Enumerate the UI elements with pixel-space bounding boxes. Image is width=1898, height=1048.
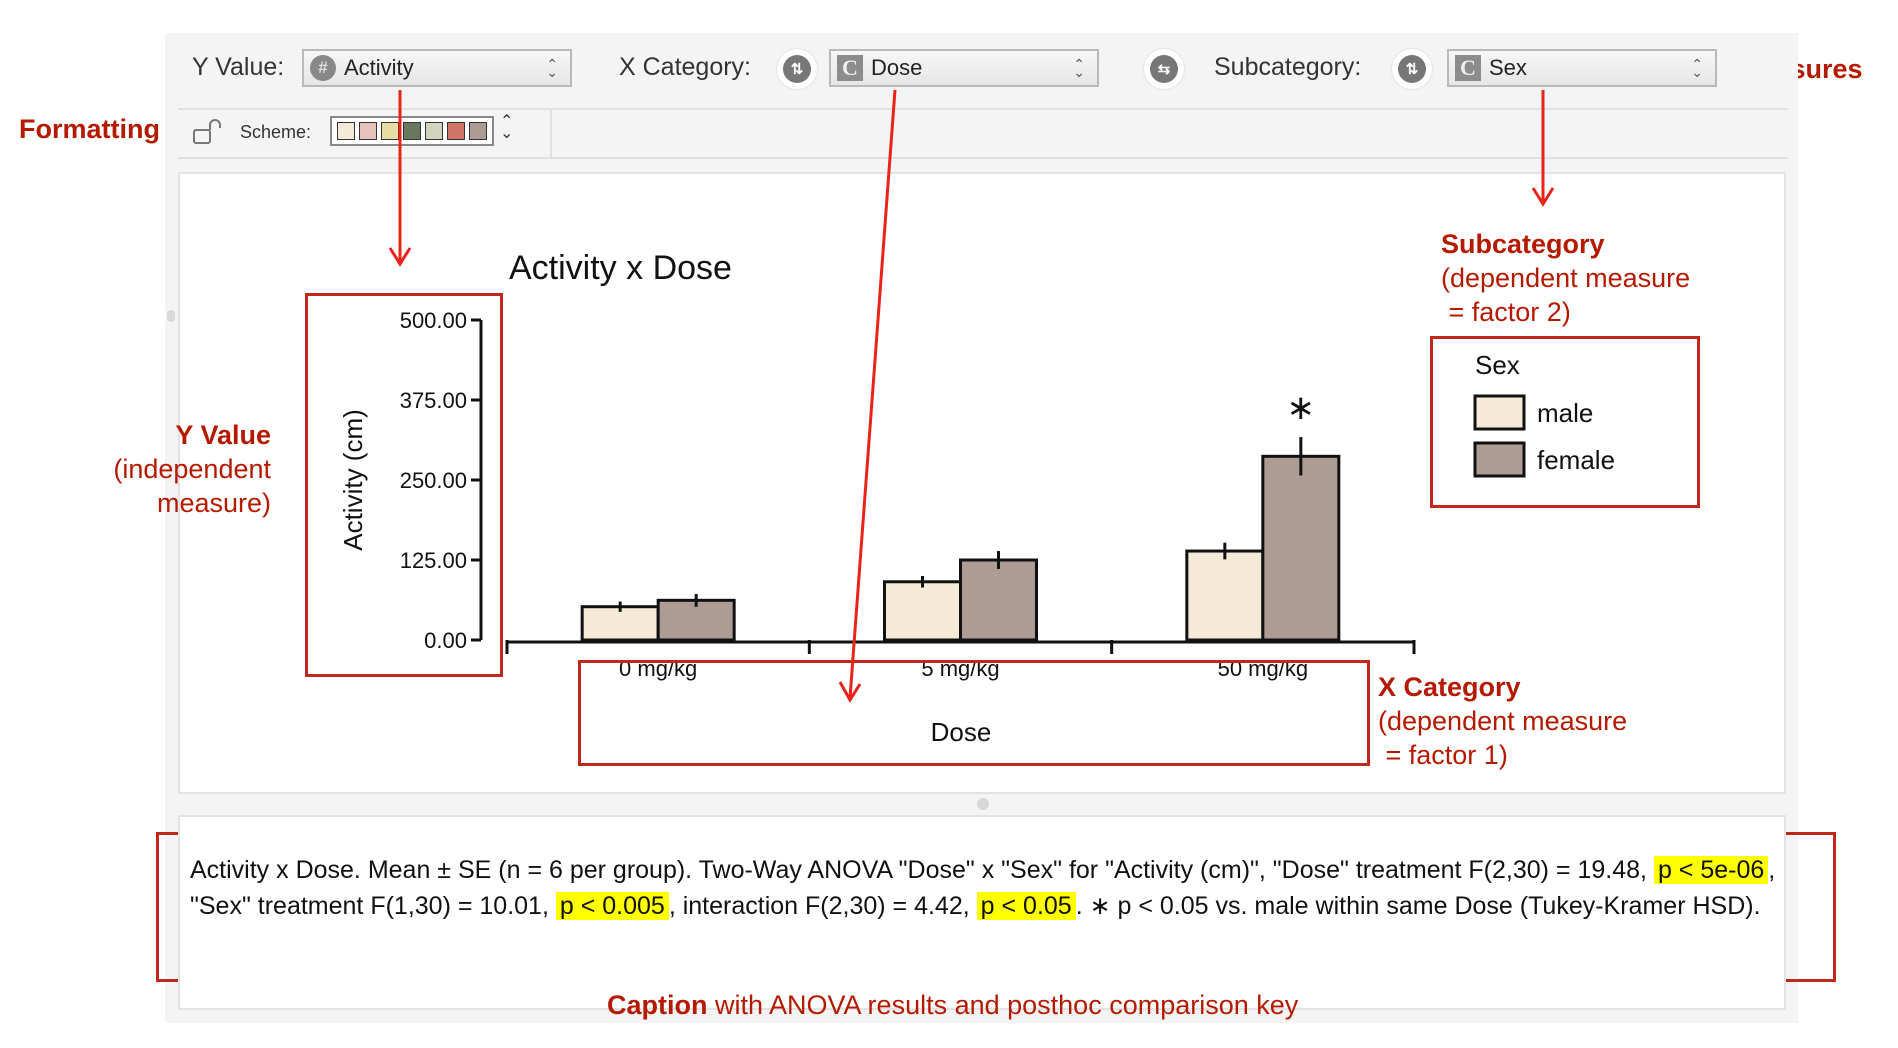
caption-segment: . ∗ p < 0.05 vs. male within same Dose (… <box>1075 892 1761 920</box>
caption-segment: Activity x Dose. Mean ± SE (n = 6 per gr… <box>190 856 1654 884</box>
p-value-highlight: p < 5e-06 <box>1653 856 1769 884</box>
annotation-y-value: Y Value (independent measure) <box>113 420 271 518</box>
arrow-y-value <box>388 90 412 267</box>
annotation-x-category: X Category (dependent measure = factor 1… <box>1378 672 1628 770</box>
annotation-caption: Caption with ANOVA results and posthoc c… <box>607 990 1299 1020</box>
p-value-highlight: p < 0.005 <box>555 892 669 920</box>
caption-segment: , interaction F(2,30) = 4.42, <box>668 892 977 920</box>
caption-text[interactable]: Activity x Dose. Mean ± SE (n = 6 per gr… <box>190 852 1790 924</box>
p-value-highlight: p < 0.05 <box>976 892 1076 920</box>
arrow-x-category <box>838 89 897 703</box>
arrow-subcategory <box>1531 90 1555 207</box>
annotation-subcategory: Subcategory (dependent measure = factor … <box>1441 229 1691 327</box>
